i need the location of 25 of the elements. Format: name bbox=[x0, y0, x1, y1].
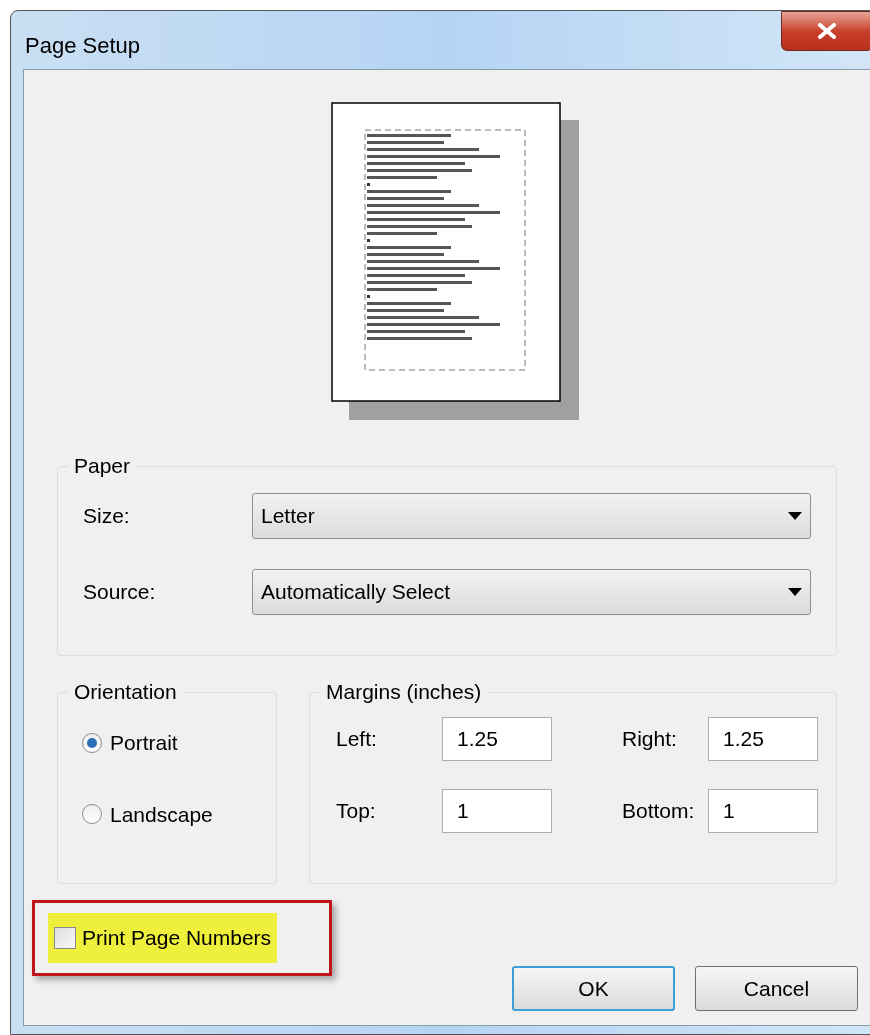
field-label: Top: bbox=[336, 798, 377, 825]
field-label: Source: bbox=[83, 579, 157, 606]
field-label: Right: bbox=[622, 726, 678, 753]
caret-icon bbox=[788, 588, 802, 596]
window-title: Page Setup bbox=[25, 32, 140, 60]
input-field[interactable]: 1 bbox=[708, 789, 818, 833]
checkbox-label[interactable]: Print Page Numbers bbox=[82, 922, 272, 954]
caret-icon bbox=[788, 512, 802, 520]
close-icon bbox=[817, 23, 837, 39]
field-label: Bottom: bbox=[622, 798, 696, 825]
input-field[interactable]: 1.25 bbox=[708, 717, 818, 761]
dialog-button[interactable]: OK bbox=[512, 966, 675, 1011]
checkbox[interactable] bbox=[54, 927, 76, 949]
radio-option[interactable]: Portrait bbox=[82, 727, 178, 759]
radio-button[interactable] bbox=[82, 804, 102, 825]
dropdown[interactable]: Automatically Select bbox=[252, 569, 811, 615]
dialog-button[interactable]: Cancel bbox=[695, 966, 858, 1011]
dropdown[interactable]: Letter bbox=[252, 493, 811, 539]
field-label: Left: bbox=[336, 726, 378, 753]
field-label: Size: bbox=[83, 503, 131, 530]
input-field[interactable]: 1.25 bbox=[442, 717, 552, 761]
close-button[interactable] bbox=[781, 11, 870, 51]
radio-option[interactable]: Landscape bbox=[82, 798, 213, 830]
radio-button[interactable] bbox=[82, 732, 102, 753]
input-field[interactable]: 1 bbox=[442, 789, 552, 833]
